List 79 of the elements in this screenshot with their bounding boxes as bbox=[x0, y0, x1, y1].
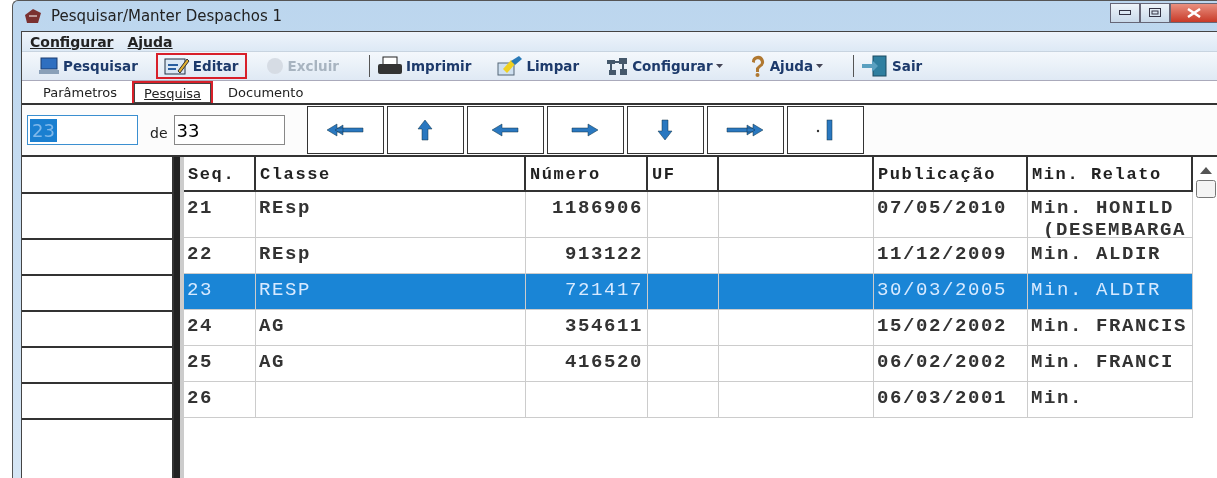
table-cell bbox=[648, 346, 719, 382]
table-cell: 06/03/2001 bbox=[874, 382, 1028, 418]
table-cell: 21 bbox=[184, 192, 256, 238]
scroll-thumb[interactable] bbox=[1195, 180, 1216, 198]
maximize-icon bbox=[1149, 8, 1161, 18]
maximize-button[interactable] bbox=[1140, 3, 1170, 23]
up-arrow-icon bbox=[417, 119, 433, 141]
scroll-up-icon[interactable] bbox=[1199, 167, 1212, 174]
double-left-arrow-icon bbox=[325, 123, 365, 137]
tab[interactable]: Pesquisa bbox=[132, 81, 214, 103]
table-cell: 22 bbox=[184, 238, 256, 274]
table-cell: 26 bbox=[184, 382, 256, 418]
toolbar-button[interactable]: Ajuda bbox=[740, 53, 832, 79]
table-cell: RESP bbox=[256, 274, 526, 310]
disc-icon bbox=[264, 56, 285, 76]
door-icon bbox=[861, 55, 890, 77]
right-arrow-icon bbox=[571, 123, 599, 137]
minimize-icon bbox=[1119, 10, 1131, 16]
menu-item[interactable]: Configurar bbox=[30, 33, 114, 50]
broom-icon bbox=[497, 55, 524, 77]
table-cell: Min. ALDIR bbox=[1028, 238, 1193, 274]
table-cell: 25 bbox=[184, 346, 256, 382]
toolbar-button[interactable]: Editar bbox=[155, 53, 247, 79]
network-icon bbox=[605, 56, 630, 76]
table-cell: 721417 bbox=[526, 274, 648, 310]
next-button[interactable] bbox=[546, 106, 624, 154]
last-button[interactable] bbox=[706, 106, 784, 154]
table-cell: AG bbox=[256, 310, 526, 346]
table-cell bbox=[648, 238, 719, 274]
table-cell: Min. bbox=[1028, 382, 1193, 418]
table-cell: Min. FRANCIS bbox=[1028, 310, 1193, 346]
table-cell: 11/12/2009 bbox=[874, 238, 1028, 274]
left-arrow-icon bbox=[491, 123, 519, 137]
pencil-note-icon bbox=[163, 56, 190, 76]
minimize-button[interactable] bbox=[1110, 3, 1140, 23]
printer-icon bbox=[377, 56, 403, 76]
table-cell: 1186906 bbox=[526, 192, 648, 238]
double-right-arrow-icon bbox=[725, 123, 765, 137]
bar-icon bbox=[816, 119, 834, 141]
table-cell: 913122 bbox=[526, 238, 648, 274]
table-cell: 06/02/2002 bbox=[874, 346, 1028, 382]
computer-icon bbox=[38, 56, 60, 76]
table-cell: Min. FRANCI bbox=[1028, 346, 1193, 382]
toolbar-button[interactable]: Pesquisar bbox=[30, 53, 146, 79]
table-cell: Min. HONILD (DESEMBARGA bbox=[1028, 192, 1193, 238]
table-cell: 30/03/2005 bbox=[874, 274, 1028, 310]
toolbar-button[interactable]: Limpar bbox=[489, 53, 588, 79]
table-cell: 24 bbox=[184, 310, 256, 346]
table-cell bbox=[648, 310, 719, 346]
end-button[interactable] bbox=[786, 106, 864, 154]
table-cell: 23 bbox=[184, 274, 256, 310]
toolbar-button[interactable]: Sair bbox=[841, 53, 931, 79]
up-button[interactable] bbox=[386, 106, 464, 154]
of-label: de bbox=[150, 125, 168, 141]
first-button[interactable] bbox=[306, 106, 384, 154]
menu-item[interactable]: Ajuda bbox=[127, 33, 173, 50]
down-arrow-icon bbox=[657, 119, 673, 141]
table-cell: 416520 bbox=[526, 346, 648, 382]
previous-button[interactable] bbox=[466, 106, 544, 154]
table-cell: Min. ALDIR bbox=[1028, 274, 1193, 310]
down-button[interactable] bbox=[626, 106, 704, 154]
table-cell: REsp bbox=[256, 238, 526, 274]
window-title: Pesquisar/Manter Despachos 1 bbox=[51, 7, 284, 25]
table-cell: 15/02/2002 bbox=[874, 310, 1028, 346]
table-cell: 07/05/2010 bbox=[874, 192, 1028, 238]
total-field: 33 bbox=[173, 115, 285, 145]
table-cell: AG bbox=[256, 346, 526, 382]
caret-icon bbox=[816, 64, 824, 68]
toolbar-button[interactable]: Imprimir bbox=[357, 53, 480, 79]
toolbar-button[interactable]: Configurar bbox=[597, 53, 731, 79]
table-cell bbox=[648, 192, 719, 238]
close-button[interactable] bbox=[1170, 3, 1217, 23]
table-cell bbox=[648, 274, 719, 310]
table-cell: REsp bbox=[256, 192, 526, 238]
table-cell: 354611 bbox=[526, 310, 648, 346]
app-icon bbox=[23, 7, 43, 25]
close-icon bbox=[1187, 8, 1201, 18]
caret-icon bbox=[715, 64, 723, 68]
table-cell bbox=[648, 382, 719, 418]
